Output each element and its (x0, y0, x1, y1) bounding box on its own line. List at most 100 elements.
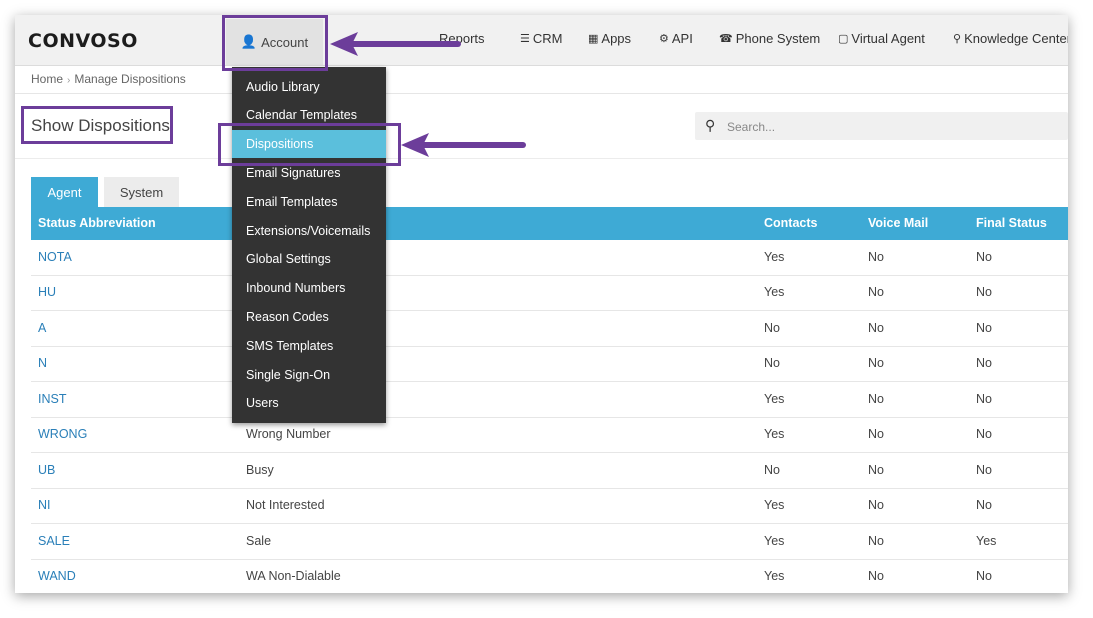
account-highlight-box (222, 15, 328, 71)
arrow-left-icon (330, 32, 461, 56)
nav-knowledge-center[interactable]: ⚲ Knowledge Center (953, 31, 1068, 46)
voicemail-value: No (868, 463, 884, 477)
header-contacts[interactable]: Contacts (764, 216, 817, 230)
final-status-value: No (976, 285, 992, 299)
header-voice-mail[interactable]: Voice Mail (868, 216, 928, 230)
menu-item-inbound-numbers[interactable]: Inbound Numbers (232, 274, 386, 302)
table-row: UB Busy No No No (31, 453, 1068, 489)
title-highlight-box (21, 106, 173, 144)
list-icon: ☰ (520, 33, 530, 45)
nav-api[interactable]: ⚙ API (659, 31, 693, 46)
menu-item-audio-library[interactable]: Audio Library (232, 73, 386, 101)
lightbulb-icon: ⚲ (953, 33, 962, 45)
contacts-value: Yes (764, 569, 785, 583)
table-row: A No No No (31, 311, 1068, 347)
breadcrumb-home[interactable]: Home (31, 72, 63, 86)
divider (15, 93, 1068, 94)
dispositions-highlight-box (218, 123, 401, 166)
final-status-value: No (976, 463, 992, 477)
nav-crm[interactable]: ☰ CRM (520, 31, 562, 46)
contacts-value: Yes (764, 498, 785, 512)
phone-icon: ☎ (719, 33, 733, 45)
nav-apps[interactable]: ▦ Apps (588, 31, 631, 46)
search-box[interactable]: ⚲ (695, 112, 1068, 140)
status-description: Sale (246, 534, 272, 548)
status-description: Busy (246, 463, 274, 477)
nav-crm-label: CRM (532, 31, 563, 46)
status-abbreviation-link[interactable]: UB (38, 463, 55, 477)
contacts-value: Yes (764, 285, 785, 299)
status-abbreviation-link[interactable]: WRONG (38, 427, 87, 441)
final-status-value: No (976, 250, 992, 264)
status-description: Wrong Number (246, 427, 331, 441)
menu-item-extensions-voicemails[interactable]: Extensions/Voicemails (232, 217, 386, 245)
contacts-value: No (764, 463, 780, 477)
nav-phone-system-label: Phone System (735, 31, 821, 46)
header-final-status[interactable]: Final Status (976, 216, 1047, 230)
status-abbreviation-link[interactable]: NOTA (38, 250, 72, 264)
header-status-abbreviation[interactable]: Status Abbreviation (38, 216, 156, 230)
contacts-value: No (764, 356, 780, 370)
search-input[interactable] (725, 117, 1029, 137)
menu-item-single-sign-on[interactable]: Single Sign-On (232, 361, 386, 389)
arrow-left-icon (401, 133, 526, 157)
top-navbar: CONVOSO 👤 Account Reports ☰ CRM ▦ Apps ⚙… (15, 15, 1068, 66)
table-row: NI Not Interested Yes No No (31, 488, 1068, 524)
table-row: HU Yes No No (31, 275, 1068, 311)
nav-knowledge-center-label: Knowledge Center (964, 31, 1068, 46)
table-header: Status Abbreviation Contacts Voice Mail … (31, 207, 1068, 240)
status-abbreviation-link[interactable]: SALE (38, 534, 70, 548)
status-abbreviation-link[interactable]: HU (38, 285, 56, 299)
voicemail-value: No (868, 392, 884, 406)
voicemail-value: No (868, 250, 884, 264)
final-status-value: Yes (976, 534, 997, 548)
nav-virtual-agent-label: Virtual Agent (851, 31, 925, 46)
status-description: WA Non-Dialable (246, 569, 341, 583)
status-abbreviation-link[interactable]: A (38, 321, 46, 335)
breadcrumb-current: Manage Dispositions (74, 72, 186, 86)
nav-api-label: API (671, 31, 693, 46)
final-status-value: No (976, 356, 992, 370)
status-abbreviation-link[interactable]: NI (38, 498, 51, 512)
voicemail-value: No (868, 498, 884, 512)
table-row: INST Yes No No (31, 382, 1068, 418)
final-status-value: No (976, 321, 992, 335)
contacts-value: No (764, 321, 780, 335)
nav-virtual-agent[interactable]: ▢ Virtual Agent (838, 31, 925, 46)
table-row: NOTA Yes No No (31, 240, 1068, 276)
final-status-value: No (976, 392, 992, 406)
table-row: WAND WA Non-Dialable Yes No No (31, 559, 1068, 593)
contacts-value: Yes (764, 250, 785, 264)
menu-item-users[interactable]: Users (232, 389, 386, 417)
account-dropdown-menu: Audio Library Calendar Templates Disposi… (232, 67, 386, 423)
breadcrumb: Home › Manage Dispositions (31, 72, 186, 86)
nav-phone-system[interactable]: ☎ Phone System (719, 31, 820, 46)
menu-item-reason-codes[interactable]: Reason Codes (232, 303, 386, 331)
chevron-right-icon: › (67, 75, 71, 86)
voicemail-value: No (868, 427, 884, 441)
status-abbreviation-link[interactable]: N (38, 356, 47, 370)
voicemail-value: No (868, 321, 884, 335)
convoso-logo[interactable]: CONVOSO (28, 30, 138, 52)
final-status-value: No (976, 498, 992, 512)
table-row: WRONG Wrong Number Yes No No (31, 417, 1068, 453)
monitor-icon: ▢ (838, 33, 849, 45)
nav-apps-label: Apps (601, 31, 632, 46)
voicemail-value: No (868, 356, 884, 370)
menu-item-global-settings[interactable]: Global Settings (232, 245, 386, 273)
search-icon: ⚲ (705, 117, 716, 133)
tab-agent[interactable]: Agent (31, 177, 98, 207)
voicemail-value: No (868, 285, 884, 299)
tab-system[interactable]: System (104, 177, 179, 207)
menu-item-email-templates[interactable]: Email Templates (232, 188, 386, 216)
table-row: SALE Sale Yes No Yes (31, 524, 1068, 560)
grid-icon: ▦ (588, 33, 599, 45)
menu-item-sms-templates[interactable]: SMS Templates (232, 332, 386, 360)
status-abbreviation-link[interactable]: INST (38, 392, 66, 406)
status-abbreviation-link[interactable]: WAND (38, 569, 76, 583)
final-status-value: No (976, 427, 992, 441)
contacts-value: Yes (764, 427, 785, 441)
voicemail-value: No (868, 569, 884, 583)
status-description: Not Interested (246, 498, 325, 512)
divider (15, 158, 1068, 159)
